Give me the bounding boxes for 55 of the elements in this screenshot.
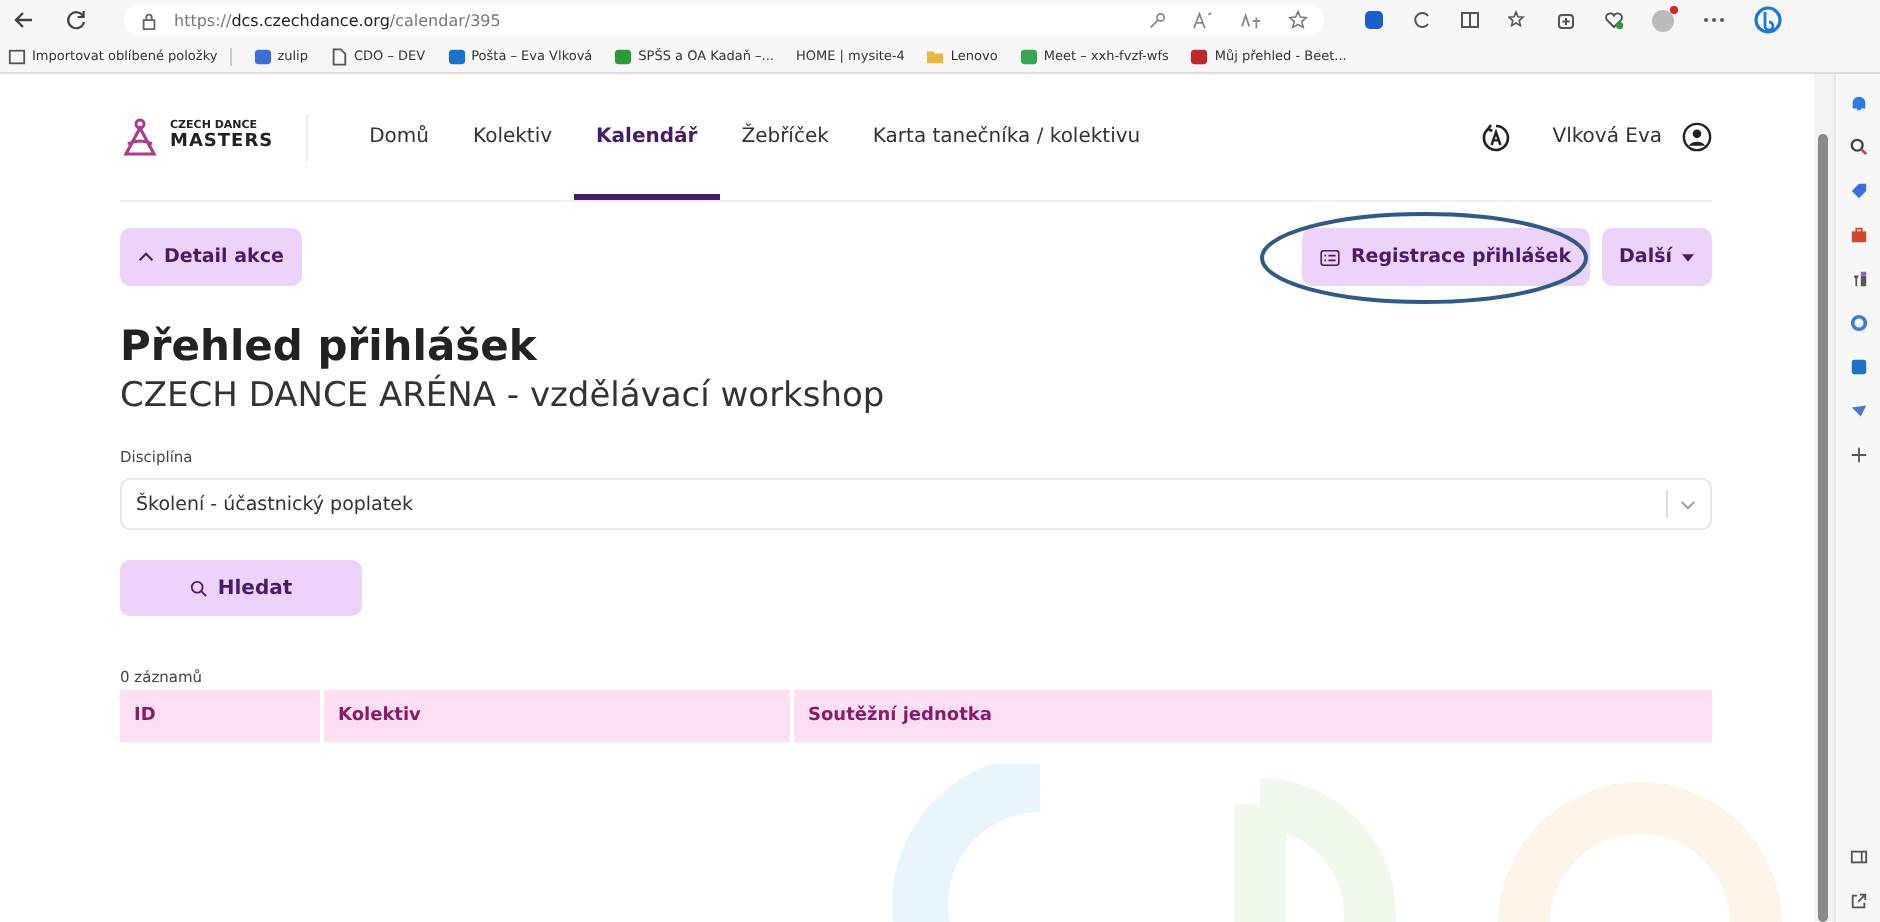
search-icon — [189, 579, 208, 597]
site-icon — [1019, 47, 1038, 65]
page-icon — [329, 47, 348, 65]
site-icon — [1190, 47, 1209, 65]
external-link-icon[interactable] — [1849, 892, 1867, 910]
detail-button[interactable]: Detail akce — [120, 228, 302, 286]
tag-icon[interactable] — [1849, 182, 1867, 200]
registration-button[interactable]: Registrace přihlášek — [1302, 228, 1590, 286]
favorites-icon[interactable] — [1508, 10, 1528, 30]
nav-link[interactable]: Žebříček — [719, 74, 851, 200]
plus-icon[interactable] — [1849, 446, 1867, 464]
address-bar[interactable]: https://dcs.czechdance.org/calendar/395 — [124, 4, 1324, 36]
dancer-logo-icon[interactable] — [120, 117, 160, 157]
scrollbar[interactable] — [1814, 74, 1835, 922]
site-icon — [614, 47, 633, 65]
toolbox-icon[interactable] — [1849, 226, 1867, 244]
more-icon[interactable] — [1702, 16, 1726, 24]
user-name[interactable]: Vlková Eva — [1552, 126, 1662, 148]
column-header: Soutěžní jednotka — [794, 690, 1712, 742]
discipline-select[interactable]: Školení - účastnický poplatek — [120, 478, 1712, 530]
collections-icon[interactable] — [1556, 10, 1576, 30]
nav-link[interactable]: Karta tanečníka / kolektivu — [850, 74, 1163, 200]
import-icon — [8, 47, 26, 65]
bell-icon[interactable] — [1849, 94, 1867, 112]
caret-icon — [1682, 253, 1694, 261]
profile-avatar[interactable] — [1652, 9, 1674, 31]
user-icon[interactable] — [1682, 122, 1712, 152]
read-aloud-icon[interactable] — [1192, 11, 1214, 29]
list-icon — [1320, 249, 1341, 265]
chevron-down-icon — [1680, 499, 1696, 509]
column-header: Kolektiv — [324, 690, 790, 742]
lock-icon — [140, 11, 158, 29]
search-button[interactable]: Hledat — [120, 560, 362, 616]
chevron-up-icon — [138, 252, 154, 262]
page-subtitle: CZECH DANCE ARÉNA - vzdělávací workshop — [120, 376, 887, 416]
page-title: Přehled přihlášek — [120, 322, 539, 370]
refresh-icon[interactable] — [64, 8, 88, 32]
more-button[interactable]: Další — [1601, 228, 1712, 286]
split-screen-icon[interactable] — [1460, 10, 1480, 30]
star-icon[interactable] — [1288, 10, 1308, 30]
copilot-icon[interactable] — [1754, 6, 1782, 34]
circle-logo-icon[interactable] — [1849, 314, 1867, 332]
search-icon[interactable] — [1849, 138, 1867, 156]
nav-link[interactable]: Domů — [347, 74, 452, 200]
column-header: ID — [120, 690, 320, 742]
back-icon[interactable] — [12, 8, 36, 32]
sidebar-icon[interactable] — [1849, 848, 1867, 866]
heart-icon[interactable] — [1604, 10, 1624, 30]
site-icon — [253, 47, 272, 65]
folder-icon — [926, 47, 945, 65]
nav-link[interactable]: Kolektiv — [451, 74, 575, 200]
site-icon — [447, 47, 466, 65]
accessibility-icon[interactable] — [1480, 121, 1513, 153]
nav-link[interactable]: Kalendář — [574, 74, 720, 200]
logo-text: MASTERS — [170, 133, 274, 152]
